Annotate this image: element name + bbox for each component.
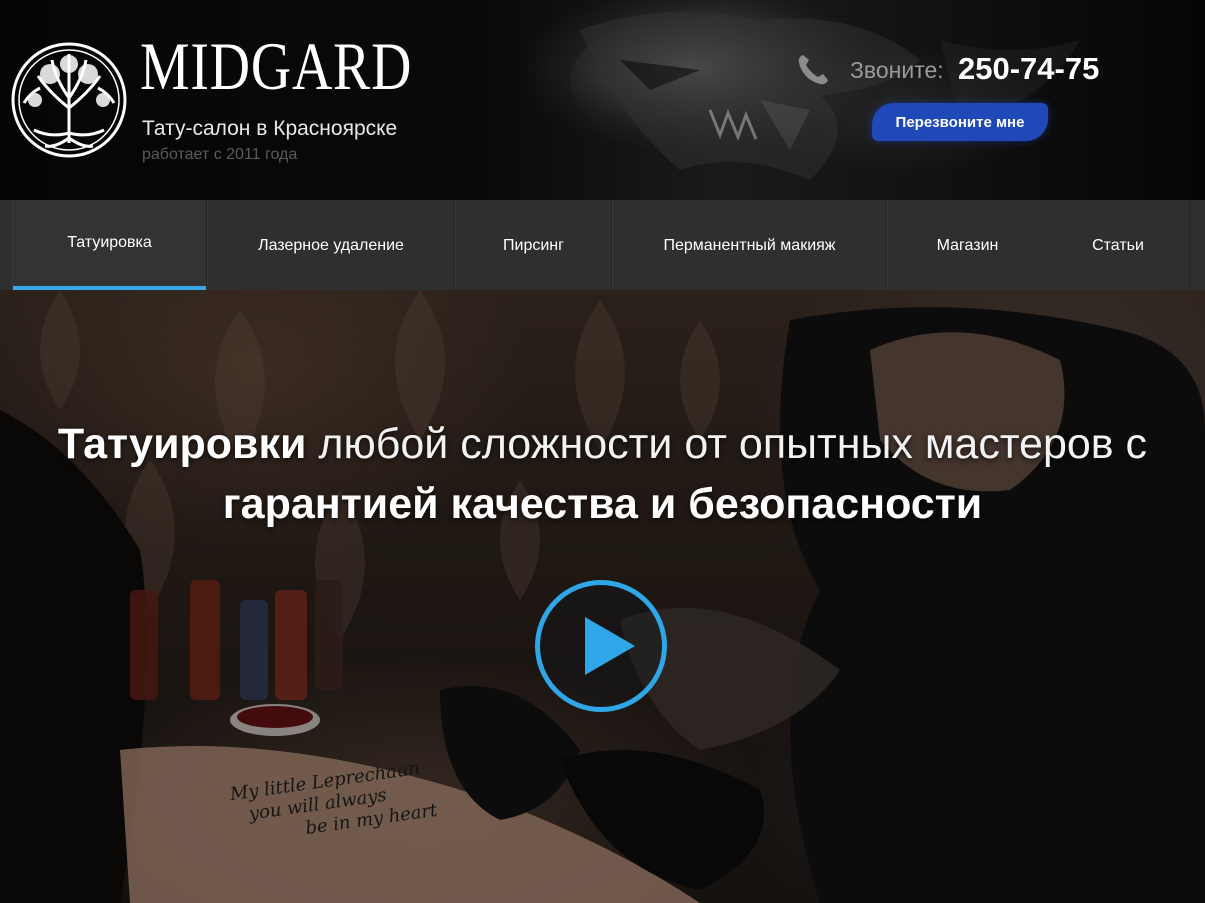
site-header: MIDGARD Тату-салон в Красноярске работае… xyxy=(0,0,1205,200)
brand-name[interactable]: MIDGARD xyxy=(140,32,412,100)
hero-banner: Татуировки любой сложности от опытных ма… xyxy=(0,290,1205,903)
brand-since: работает с 2011 года xyxy=(142,146,298,163)
nav-item-piercing[interactable]: Пирсинг xyxy=(455,200,612,290)
nav-item-label: Лазерное удаление xyxy=(258,237,404,254)
nav-item-permanent-makeup[interactable]: Перманентный макияж xyxy=(612,200,887,290)
nav-item-label: Татуировка xyxy=(67,234,152,251)
play-icon xyxy=(585,617,635,675)
tree-of-life-icon[interactable] xyxy=(10,38,128,162)
nav-item-articles[interactable]: Статьи xyxy=(1047,200,1190,290)
callback-button[interactable]: Перезвоните мне xyxy=(872,103,1048,141)
phone-number[interactable]: 250-74-75 xyxy=(958,51,1099,87)
hero-title-light: любой сложности от опытных мастеров с xyxy=(306,420,1148,468)
nav-item-label: Пирсинг xyxy=(503,237,564,254)
nav-item-label: Магазин xyxy=(936,237,999,254)
hero-title: Татуировки любой сложности от опытных ма… xyxy=(0,414,1205,534)
nav-item-label: Перманентный макияж xyxy=(663,237,836,254)
nav-item-tattoo[interactable]: Татуировка xyxy=(12,200,207,290)
nav-item-laser-removal[interactable]: Лазерное удаление xyxy=(207,200,455,290)
wolf-artwork xyxy=(570,5,1080,180)
hero-title-bold-2: гарантией качества и безопасности xyxy=(222,480,983,528)
hero-title-bold: Татуировки xyxy=(57,420,307,468)
main-nav: Татуировка Лазерное удаление Пирсинг Пер… xyxy=(0,200,1205,290)
phone-icon xyxy=(798,55,828,85)
nav-item-label: Статьи xyxy=(1092,237,1144,254)
play-video-button[interactable] xyxy=(535,580,667,712)
brand-subtitle: Тату-салон в Красноярске xyxy=(142,117,398,140)
phone-label: Звоните: xyxy=(850,57,944,83)
nav-item-shop[interactable]: Магазин xyxy=(887,200,1047,290)
